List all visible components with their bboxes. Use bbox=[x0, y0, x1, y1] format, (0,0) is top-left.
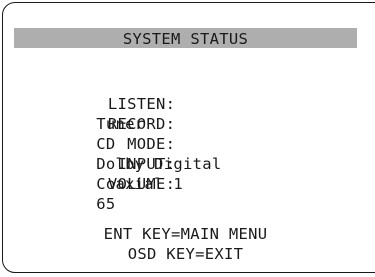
status-row-volume: VOLUME: 65 bbox=[77, 154, 175, 214]
osd-key-hint: OSD KEY=EXIT bbox=[127, 245, 244, 263]
volume-label: VOLUME: bbox=[107, 175, 176, 193]
page-title: SYSTEM STATUS bbox=[122, 30, 249, 48]
ent-key-hint: ENT KEY=MAIN MENU bbox=[103, 225, 268, 243]
volume-value: 65 bbox=[96, 195, 116, 213]
